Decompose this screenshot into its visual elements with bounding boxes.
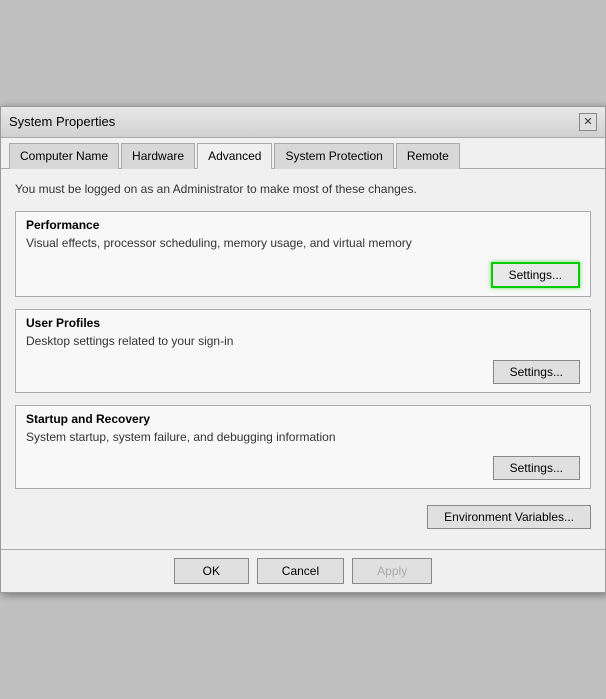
close-button[interactable]: ✕ [579, 113, 597, 131]
title-bar: System Properties ✕ [1, 107, 605, 138]
tabs-bar: Computer Name Hardware Advanced System P… [1, 138, 605, 169]
dialog-footer: OK Cancel Apply [1, 549, 605, 592]
apply-button[interactable]: Apply [352, 558, 432, 584]
user-profiles-settings-button[interactable]: Settings... [493, 360, 580, 384]
startup-recovery-settings-button[interactable]: Settings... [493, 456, 580, 480]
tab-remote[interactable]: Remote [396, 143, 460, 169]
startup-recovery-btn-row: Settings... [16, 452, 590, 488]
performance-section: Performance Visual effects, processor sc… [15, 211, 591, 297]
startup-recovery-desc: System startup, system failure, and debu… [16, 430, 590, 452]
performance-btn-row: Settings... [16, 258, 590, 296]
user-profiles-btn-row: Settings... [16, 356, 590, 392]
cancel-button[interactable]: Cancel [257, 558, 344, 584]
window-title: System Properties [9, 114, 115, 129]
tab-advanced[interactable]: Advanced [197, 143, 272, 169]
startup-recovery-section: Startup and Recovery System startup, sys… [15, 405, 591, 489]
startup-recovery-title: Startup and Recovery [16, 406, 590, 430]
ok-button[interactable]: OK [174, 558, 249, 584]
environment-variables-button[interactable]: Environment Variables... [427, 505, 591, 529]
system-properties-window: System Properties ✕ Computer Name Hardwa… [0, 106, 606, 594]
performance-desc: Visual effects, processor scheduling, me… [16, 236, 590, 258]
user-profiles-title: User Profiles [16, 310, 590, 334]
tab-hardware[interactable]: Hardware [121, 143, 195, 169]
tab-system-protection[interactable]: System Protection [274, 143, 393, 169]
admin-notice: You must be logged on as an Administrato… [15, 181, 591, 198]
tab-computer-name[interactable]: Computer Name [9, 143, 119, 169]
user-profiles-desc: Desktop settings related to your sign-in [16, 334, 590, 356]
user-profiles-section: User Profiles Desktop settings related t… [15, 309, 591, 393]
tab-content: You must be logged on as an Administrato… [1, 169, 605, 550]
env-variables-row: Environment Variables... [15, 501, 591, 537]
performance-title: Performance [16, 212, 590, 236]
performance-settings-button[interactable]: Settings... [491, 262, 580, 288]
title-bar-controls: ✕ [579, 113, 597, 131]
